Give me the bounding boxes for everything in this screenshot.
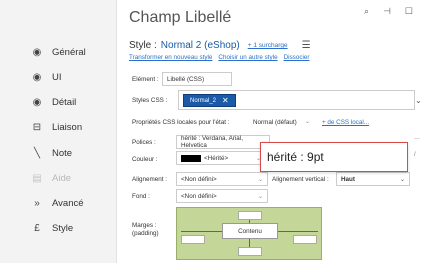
couleur-label: Couleur : [132, 156, 158, 163]
dissociate-link[interactable]: Dissocier [284, 54, 310, 61]
css-local-link[interactable]: + de CSS local... [322, 119, 369, 126]
transform-style-link[interactable]: Transformer en nouveau style [129, 54, 212, 61]
sidebar-item-label: Général [52, 46, 86, 58]
proprietes-label: Propriétés CSS locales pour l'état : [132, 119, 230, 126]
avance-icon: » [34, 197, 40, 209]
polices-input[interactable]: hérité : Verdana, Arial, Helvetica [176, 135, 270, 149]
style-links: Transformer en nouveau style Choisir un … [129, 54, 309, 61]
fond-select[interactable]: <Non défini> ⌄ [176, 189, 268, 203]
general-icon: ◉ [32, 46, 42, 58]
content-box: Contenu [222, 223, 278, 239]
sidebar-item-label: Aide [52, 172, 72, 184]
fond-label: Fond : [132, 193, 150, 200]
padding-editor: Contenu [176, 207, 322, 260]
sidebar-item-detail[interactable]: ◉ Détail [30, 93, 77, 111]
tooltip-text: hérité : 9pt [267, 150, 324, 164]
window-controls: ⌕ ⊣ ☐ [364, 6, 413, 17]
css-tag-label: Normal_2 [190, 97, 217, 104]
element-select[interactable]: Libellé (CSS) [162, 72, 232, 86]
style-row: Style : Normal 2 (eShop) + 1 surcharge ☰ [129, 40, 311, 51]
etat-select[interactable]: Normal (défaut) ⌄ [249, 115, 314, 129]
padding-top-input[interactable] [238, 211, 262, 220]
sidebar-item-liaison[interactable]: ⊟ Liaison [30, 118, 82, 136]
chevron-down-icon[interactable]: ⌄ [415, 96, 422, 105]
etat-value: Normal (défaut) [253, 118, 297, 126]
color-swatch [181, 154, 201, 162]
aide-icon: ▤ [32, 172, 42, 184]
alignement-vertical-select[interactable]: Haut ⌄ [336, 172, 410, 186]
sidebar-item-ui[interactable]: ◉ UI [30, 68, 62, 86]
sidebar-item-aide: ▤ Aide [30, 169, 71, 187]
alignement-value: <Non défini> [181, 175, 217, 183]
alignement-select[interactable]: <Non défini> ⌄ [176, 172, 268, 186]
sidebar-item-avance[interactable]: » Avancé [30, 194, 84, 212]
style-value: Normal 2 (eShop) [160, 40, 240, 51]
sidebar-item-note[interactable]: ╲ Note [30, 144, 72, 162]
styles-css-field[interactable]: Normal_2 ✕ [178, 90, 415, 110]
alignement-vertical-label: Alignement vertical : [272, 176, 329, 183]
sidebar-item-label: Note [52, 147, 73, 159]
marges-label: Marges : [132, 222, 157, 229]
font-size-tooltip: hérité : 9pt [260, 142, 408, 172]
style-label: Style : [129, 40, 157, 51]
sidebar-item-style[interactable]: £ Style [30, 219, 73, 237]
arrow-left [181, 231, 222, 232]
couleur-picker[interactable]: <Hérité> ⌄ [176, 151, 266, 165]
chevron-down-icon: ⌄ [304, 119, 310, 125]
couleur-value: <Hérité> [204, 154, 229, 162]
detail-icon: ◉ [32, 96, 42, 108]
alignement-label: Alignement : [132, 176, 168, 183]
note-icon: ╲ [33, 147, 41, 159]
sidebar-item-label: Avancé [52, 197, 84, 209]
fond-value: <Non défini> [181, 192, 217, 200]
side-icon[interactable]: / [414, 152, 416, 158]
padding-left-input[interactable] [181, 235, 205, 244]
sidebar-item-general[interactable]: ◉ Général [30, 43, 86, 61]
css-tag[interactable]: Normal_2 ✕ [183, 94, 236, 107]
sidebar-item-label: Liaison [52, 121, 83, 133]
style-icon: £ [34, 222, 40, 234]
arrow-bottom [249, 239, 250, 247]
element-label: Elément : [132, 76, 159, 83]
ui-icon: ◉ [32, 71, 42, 83]
sidebar-item-label: Style [52, 222, 74, 234]
padding-right-input[interactable] [293, 235, 317, 244]
more-icon[interactable]: … [414, 135, 420, 141]
surcharge-link[interactable]: + 1 surcharge [248, 42, 288, 49]
liaison-icon: ⊟ [32, 121, 42, 133]
sidebar-item-label: Détail [52, 96, 77, 108]
restore-icon[interactable]: ☐ [405, 6, 413, 17]
polices-label: Polices : [132, 139, 156, 146]
content-label: Contenu [238, 227, 262, 235]
styles-css-label: Styles CSS : [132, 97, 168, 104]
menu-icon[interactable]: ☰ [302, 40, 311, 51]
sidebar-item-label: UI [52, 71, 62, 83]
polices-value: hérité : Verdana, Arial, Helvetica [181, 135, 243, 149]
padding-bottom-input[interactable] [238, 247, 262, 256]
search-icon[interactable]: ⌕ [364, 6, 369, 17]
element-value: Libellé (CSS) [167, 75, 205, 83]
arrow-right [278, 231, 318, 232]
page-title: Champ Libellé [129, 9, 232, 26]
chevron-down-icon: ⌄ [257, 177, 263, 183]
remove-tag-icon[interactable]: ✕ [222, 96, 229, 105]
chevron-down-icon: ⌄ [399, 177, 405, 183]
choose-style-link[interactable]: Choisir un autre style [218, 54, 277, 61]
marges-sub-label: (padding) [132, 230, 159, 237]
chevron-down-icon: ⌄ [257, 194, 263, 200]
alignement-vertical-value: Haut [341, 175, 355, 183]
pin-icon[interactable]: ⊣ [383, 6, 391, 17]
